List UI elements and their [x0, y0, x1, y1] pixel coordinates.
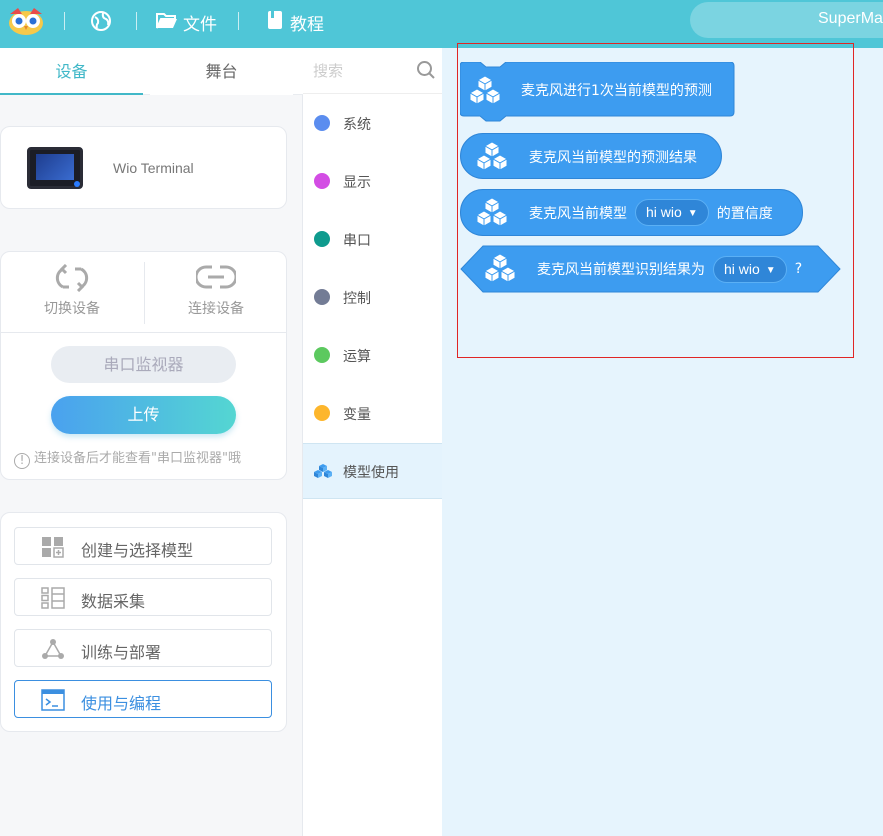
hint-label: 连接设备后才能查看"串口监视器"哦	[34, 451, 241, 466]
category-label: 运算	[343, 349, 371, 365]
category-dot	[314, 347, 330, 363]
category-display[interactable]: 显示	[303, 154, 442, 210]
category-system[interactable]: 系统	[303, 96, 442, 152]
device-panel: 设备 舞台 Wio Terminal 切换设备 连接设备 串口监视器 上传 ! …	[0, 48, 303, 836]
switch-device-label: 切换设备	[44, 301, 100, 317]
network-icon	[42, 639, 64, 659]
tab-stage[interactable]: 舞台	[150, 48, 293, 95]
file-menu[interactable]: 文件	[183, 10, 217, 35]
menu-use-program[interactable]: 使用与编程	[14, 680, 272, 718]
data-collect-icon	[41, 587, 65, 609]
category-label: 变量	[343, 407, 371, 423]
category-label: 串口	[343, 233, 371, 249]
menu-label: 训练与部署	[81, 643, 162, 662]
divider	[136, 12, 137, 30]
category-dot	[314, 231, 330, 247]
menu-label: 使用与编程	[81, 694, 162, 713]
highlight-box	[457, 43, 854, 358]
category-dot	[314, 173, 330, 189]
category-dot	[314, 405, 330, 421]
category-label: 显示	[343, 175, 371, 191]
category-operators[interactable]: 运算	[303, 328, 442, 384]
connect-device-button[interactable]: 连接设备	[145, 264, 287, 334]
switch-device-button[interactable]: 切换设备	[1, 263, 143, 334]
owl-logo-icon[interactable]	[8, 6, 44, 36]
divider	[238, 12, 239, 30]
menu-data-collection[interactable]: 数据采集	[14, 578, 272, 616]
tab-device[interactable]: 设备	[0, 48, 143, 95]
grid-add-icon	[42, 537, 64, 558]
category-variables[interactable]: 变量	[303, 386, 442, 442]
category-label: 模型使用	[343, 465, 399, 481]
link-icon	[194, 265, 238, 289]
divider	[64, 12, 65, 30]
category-dot	[314, 115, 330, 131]
serial-monitor-button[interactable]: 串口监视器	[51, 346, 236, 383]
hint-text: ! 连接设备后才能查看"串口监视器"哦	[14, 447, 241, 469]
search-bar[interactable]: 搜索	[303, 48, 442, 94]
cubes-icon	[314, 464, 332, 478]
divider	[1, 332, 287, 333]
user-name[interactable]: SuperMa	[818, 10, 883, 28]
menu-create-model[interactable]: 创建与选择模型	[14, 527, 272, 565]
menu-label: 创建与选择模型	[81, 541, 194, 560]
switch-icon	[55, 263, 89, 293]
category-label: 系统	[343, 117, 371, 133]
category-model-use[interactable]: 模型使用	[303, 443, 442, 499]
info-icon: !	[14, 453, 30, 469]
category-panel: 搜索 系统 显示 串口 控制 运算 变量 模型使用	[303, 48, 442, 836]
menu-train-deploy[interactable]: 训练与部署	[14, 629, 272, 667]
search-input[interactable]: 搜索	[313, 60, 343, 81]
book-icon	[268, 11, 282, 29]
category-dot	[314, 289, 330, 305]
category-serial[interactable]: 串口	[303, 212, 442, 268]
category-label: 控制	[343, 291, 371, 307]
device-name: Wio Terminal	[113, 160, 194, 176]
folder-icon	[156, 13, 177, 29]
search-icon[interactable]	[416, 60, 436, 80]
tutorial-menu[interactable]: 教程	[290, 10, 324, 35]
status-dot	[74, 181, 80, 187]
top-bar: 文件 教程 SuperMa	[0, 0, 883, 48]
device-card[interactable]: Wio Terminal	[0, 126, 287, 209]
connect-device-label: 连接设备	[188, 301, 244, 317]
upload-button[interactable]: 上传	[51, 396, 236, 434]
menu-label: 数据采集	[81, 592, 146, 611]
terminal-icon	[41, 689, 65, 711]
globe-icon[interactable]	[90, 10, 112, 32]
category-control[interactable]: 控制	[303, 270, 442, 326]
